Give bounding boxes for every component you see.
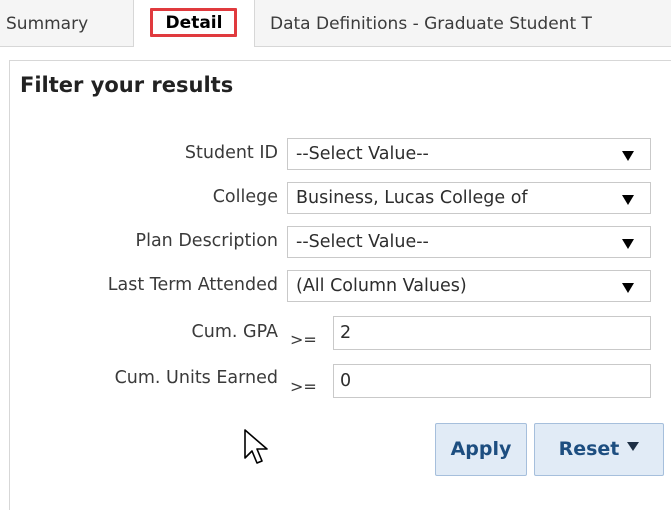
cum-gpa-label: Cum. GPA — [191, 322, 278, 342]
college-value: Business, Lucas College of — [296, 188, 528, 208]
tab-bar: Summary Detail Data Definitions - Gradua… — [0, 0, 671, 47]
tab-data-definitions-label: Data Definitions - Graduate Student T — [270, 14, 592, 34]
reset-button[interactable]: Reset — [534, 423, 664, 476]
last-term-value: (All Column Values) — [296, 276, 467, 296]
chevron-down-icon — [622, 195, 634, 205]
plan-description-select[interactable]: --Select Value-- — [287, 226, 651, 258]
tab-data-definitions[interactable]: Data Definitions - Graduate Student T — [270, 0, 671, 46]
cum-units-input[interactable] — [333, 364, 651, 398]
college-label: College — [212, 187, 278, 207]
tab-summary-label: Summary — [6, 14, 89, 34]
apply-button[interactable]: Apply — [435, 423, 527, 476]
student-id-select[interactable]: --Select Value-- — [287, 138, 651, 170]
gte-operator: >= — [290, 330, 317, 349]
panel-title: Filter your results — [20, 73, 234, 97]
caret-down-icon — [627, 442, 640, 451]
tab-detail[interactable]: Detail — [133, 0, 255, 47]
cum-gpa-input[interactable] — [333, 316, 651, 350]
plan-description-label: Plan Description — [135, 231, 278, 251]
reset-button-label: Reset — [558, 438, 620, 460]
last-term-label: Last Term Attended — [107, 275, 278, 295]
tab-detail-label: Detail — [165, 13, 223, 33]
tab-summary[interactable]: Summary — [0, 0, 125, 46]
apply-button-label: Apply — [450, 438, 512, 460]
gte-operator: >= — [290, 377, 317, 396]
mouse-pointer-icon — [244, 429, 268, 464]
cum-units-label: Cum. Units Earned — [114, 368, 278, 388]
student-id-label: Student ID — [184, 143, 278, 163]
chevron-down-icon — [622, 283, 634, 293]
plan-description-value: --Select Value-- — [296, 232, 429, 252]
student-id-value: --Select Value-- — [296, 144, 429, 164]
chevron-down-icon — [622, 151, 634, 161]
college-select[interactable]: Business, Lucas College of — [287, 182, 651, 214]
chevron-down-icon — [622, 239, 634, 249]
last-term-select[interactable]: (All Column Values) — [287, 270, 651, 302]
